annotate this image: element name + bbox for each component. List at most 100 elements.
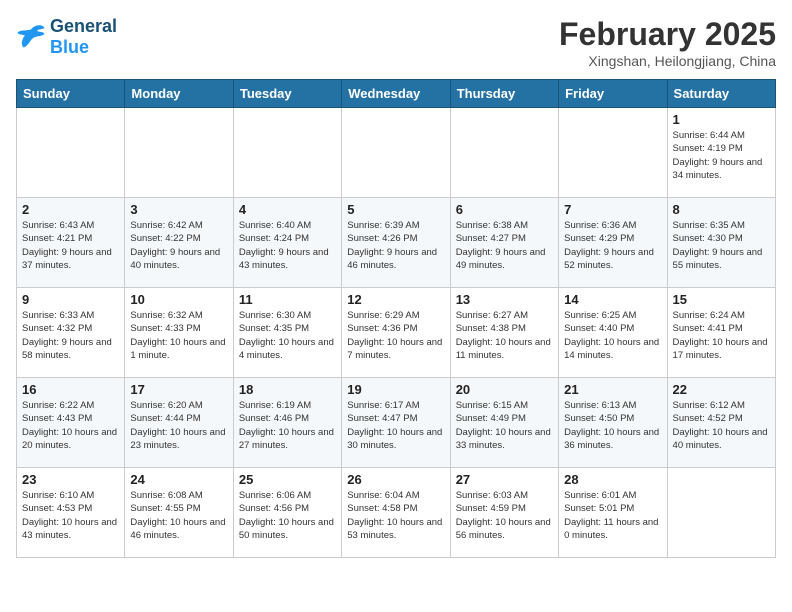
day-info: Sunrise: 6:42 AM Sunset: 4:22 PM Dayligh… [130,219,227,272]
day-number: 21 [564,382,661,397]
calendar-cell: 3 Sunrise: 6:42 AM Sunset: 4:22 PM Daylig… [125,198,233,288]
day-number: 3 [130,202,227,217]
day-number: 7 [564,202,661,217]
calendar-cell: 7 Sunrise: 6:36 AM Sunset: 4:29 PM Daylig… [559,198,667,288]
calendar-cell: 25 Sunrise: 6:06 AM Sunset: 4:56 PM Dayli… [233,468,341,558]
day-info: Sunrise: 6:39 AM Sunset: 4:26 PM Dayligh… [347,219,444,272]
month-title: February 2025 [559,16,776,53]
calendar-cell [342,108,450,198]
calendar-cell: 23 Sunrise: 6:10 AM Sunset: 4:53 PM Dayli… [17,468,125,558]
weekday-header-thursday: Thursday [450,80,558,108]
calendar-cell: 8 Sunrise: 6:35 AM Sunset: 4:30 PM Daylig… [667,198,775,288]
day-info: Sunrise: 6:35 AM Sunset: 4:30 PM Dayligh… [673,219,770,272]
calendar-cell: 21 Sunrise: 6:13 AM Sunset: 4:50 PM Dayli… [559,378,667,468]
calendar-cell: 20 Sunrise: 6:15 AM Sunset: 4:49 PM Dayli… [450,378,558,468]
title-block: February 2025 Xingshan, Heilongjiang, Ch… [559,16,776,69]
calendar-week-row: 1 Sunrise: 6:44 AM Sunset: 4:19 PM Daylig… [17,108,776,198]
day-number: 24 [130,472,227,487]
calendar-cell: 5Sunrise: 6:39 AM Sunset: 4:26 PM Daylig… [342,198,450,288]
day-info: Sunrise: 6:24 AM Sunset: 4:41 PM Dayligh… [673,309,770,362]
logo-text: General Blue [50,16,117,58]
calendar-cell: 26 Sunrise: 6:04 AM Sunset: 4:58 PM Dayli… [342,468,450,558]
day-info: Sunrise: 6:27 AM Sunset: 4:38 PM Dayligh… [456,309,553,362]
day-number: 25 [239,472,336,487]
calendar-cell: 17 Sunrise: 6:20 AM Sunset: 4:44 PM Dayli… [125,378,233,468]
day-info: Sunrise: 6:40 AM Sunset: 4:24 PM Dayligh… [239,219,336,272]
day-number: 14 [564,292,661,307]
calendar-cell [667,468,775,558]
day-number: 23 [22,472,119,487]
calendar-week-row: 9 Sunrise: 6:33 AM Sunset: 4:32 PM Daylig… [17,288,776,378]
logo: General Blue [16,16,117,58]
calendar-cell: 28 Sunrise: 6:01 AM Sunset: 5:01 PM Dayli… [559,468,667,558]
day-number: 19 [347,382,444,397]
day-info: Sunrise: 6:30 AM Sunset: 4:35 PM Dayligh… [239,309,336,362]
day-info: Sunrise: 6:06 AM Sunset: 4:56 PM Dayligh… [239,489,336,542]
day-number: 9 [22,292,119,307]
day-number: 8 [673,202,770,217]
calendar-cell [125,108,233,198]
day-info: Sunrise: 6:38 AM Sunset: 4:27 PM Dayligh… [456,219,553,272]
day-number: 18 [239,382,336,397]
day-number: 28 [564,472,661,487]
day-number: 12 [347,292,444,307]
day-number: 2 [22,202,119,217]
logo-bird-icon [16,23,46,51]
day-info: Sunrise: 6:10 AM Sunset: 4:53 PM Dayligh… [22,489,119,542]
day-info: Sunrise: 6:33 AM Sunset: 4:32 PM Dayligh… [22,309,119,362]
weekday-header-sunday: Sunday [17,80,125,108]
day-info: Sunrise: 6:19 AM Sunset: 4:46 PM Dayligh… [239,399,336,452]
calendar-table: SundayMondayTuesdayWednesdayThursdayFrid… [16,79,776,558]
calendar-cell: 9 Sunrise: 6:33 AM Sunset: 4:32 PM Daylig… [17,288,125,378]
calendar-cell: 24 Sunrise: 6:08 AM Sunset: 4:55 PM Dayli… [125,468,233,558]
calendar-cell: 14 Sunrise: 6:25 AM Sunset: 4:40 PM Dayli… [559,288,667,378]
day-info: Sunrise: 6:04 AM Sunset: 4:58 PM Dayligh… [347,489,444,542]
calendar-cell: 10 Sunrise: 6:32 AM Sunset: 4:33 PM Dayli… [125,288,233,378]
day-info: Sunrise: 6:44 AM Sunset: 4:19 PM Dayligh… [673,129,770,182]
day-info: Sunrise: 6:32 AM Sunset: 4:33 PM Dayligh… [130,309,227,362]
weekday-header-saturday: Saturday [667,80,775,108]
day-number: 26 [347,472,444,487]
day-number: 17 [130,382,227,397]
weekday-header-monday: Monday [125,80,233,108]
calendar-cell [17,108,125,198]
calendar-cell: 13 Sunrise: 6:27 AM Sunset: 4:38 PM Dayli… [450,288,558,378]
calendar-cell [450,108,558,198]
day-info: Sunrise: 6:25 AM Sunset: 4:40 PM Dayligh… [564,309,661,362]
calendar-cell [233,108,341,198]
weekday-header-tuesday: Tuesday [233,80,341,108]
calendar-cell: 12 Sunrise: 6:29 AM Sunset: 4:36 PM Dayli… [342,288,450,378]
calendar-cell: 15 Sunrise: 6:24 AM Sunset: 4:41 PM Dayli… [667,288,775,378]
day-number: 11 [239,292,336,307]
day-info: Sunrise: 6:01 AM Sunset: 5:01 PM Dayligh… [564,489,661,542]
calendar-header-row: SundayMondayTuesdayWednesdayThursdayFrid… [17,80,776,108]
calendar-cell: 6Sunrise: 6:38 AM Sunset: 4:27 PM Daylig… [450,198,558,288]
calendar-cell [559,108,667,198]
calendar-cell: 1 Sunrise: 6:44 AM Sunset: 4:19 PM Daylig… [667,108,775,198]
day-number: 1 [673,112,770,127]
day-info: Sunrise: 6:20 AM Sunset: 4:44 PM Dayligh… [130,399,227,452]
weekday-header-friday: Friday [559,80,667,108]
calendar-cell: 16Sunrise: 6:22 AM Sunset: 4:43 PM Dayli… [17,378,125,468]
calendar-cell: 11 Sunrise: 6:30 AM Sunset: 4:35 PM Dayli… [233,288,341,378]
day-number: 4 [239,202,336,217]
day-info: Sunrise: 6:36 AM Sunset: 4:29 PM Dayligh… [564,219,661,272]
day-number: 10 [130,292,227,307]
weekday-header-wednesday: Wednesday [342,80,450,108]
day-info: Sunrise: 6:12 AM Sunset: 4:52 PM Dayligh… [673,399,770,452]
calendar-cell: 27Sunrise: 6:03 AM Sunset: 4:59 PM Dayli… [450,468,558,558]
calendar-cell: 22Sunrise: 6:12 AM Sunset: 4:52 PM Dayli… [667,378,775,468]
day-info: Sunrise: 6:29 AM Sunset: 4:36 PM Dayligh… [347,309,444,362]
day-number: 15 [673,292,770,307]
day-info: Sunrise: 6:15 AM Sunset: 4:49 PM Dayligh… [456,399,553,452]
page-header: General Blue February 2025 Xingshan, Hei… [16,16,776,69]
day-info: Sunrise: 6:03 AM Sunset: 4:59 PM Dayligh… [456,489,553,542]
calendar-week-row: 23 Sunrise: 6:10 AM Sunset: 4:53 PM Dayli… [17,468,776,558]
day-number: 20 [456,382,553,397]
day-info: Sunrise: 6:08 AM Sunset: 4:55 PM Dayligh… [130,489,227,542]
day-info: Sunrise: 6:13 AM Sunset: 4:50 PM Dayligh… [564,399,661,452]
calendar-cell: 18 Sunrise: 6:19 AM Sunset: 4:46 PM Dayli… [233,378,341,468]
calendar-cell: 19Sunrise: 6:17 AM Sunset: 4:47 PM Dayli… [342,378,450,468]
calendar-week-row: 2Sunrise: 6:43 AM Sunset: 4:21 PM Daylig… [17,198,776,288]
day-number: 13 [456,292,553,307]
